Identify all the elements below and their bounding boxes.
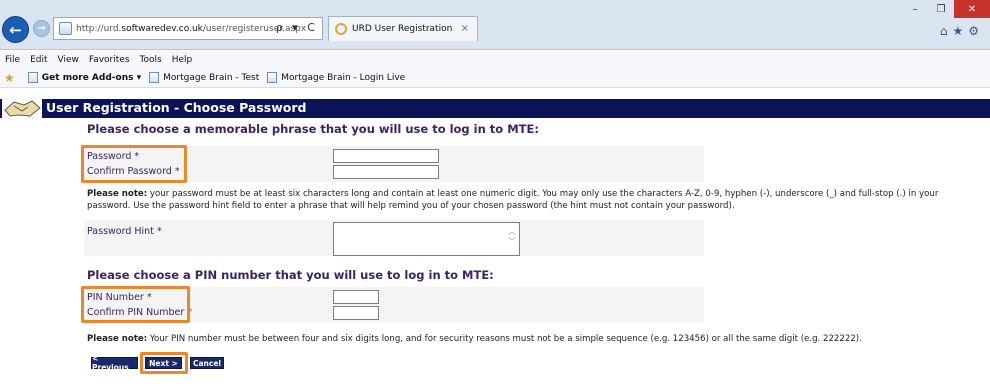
menu-file[interactable]: File — [5, 55, 20, 65]
close-window-button[interactable]: ✕ — [954, 0, 990, 18]
cancel-button[interactable]: Cancel — [190, 357, 224, 369]
password-note: Please note: your password must be at le… — [87, 188, 972, 212]
maximize-button[interactable]: ❐ — [928, 0, 954, 18]
handshake-logo-icon — [2, 96, 42, 120]
browser-titlebar: ← → http://urd. softwaredev.co.uk/user/re… — [0, 0, 990, 50]
confirm-pin-field[interactable] — [333, 306, 379, 320]
password-field[interactable] — [333, 149, 439, 163]
favorites-bar: ★ Get more Add-ons ▾ Mortgage Brain - Te… — [0, 68, 990, 88]
url-host: softwaredev.co.uk — [121, 23, 203, 34]
page-title: User Registration - Choose Password — [46, 100, 307, 115]
password-section-title: Please choose a memorable phrase that yo… — [87, 122, 539, 136]
password-note-strong: Please note: — [87, 189, 148, 199]
password-hint-label: Password Hint * — [87, 226, 162, 237]
favorite-page-icon — [267, 72, 278, 83]
addons-page-icon — [27, 72, 38, 83]
url-prefix: http://urd. — [76, 23, 122, 34]
favorite-link-mortgage-brain-live[interactable]: Mortgage Brain - Login Live — [281, 73, 405, 83]
favorite-link-mortgage-brain-test[interactable]: Mortgage Brain - Test — [163, 73, 259, 83]
next-button-highlight — [140, 352, 188, 374]
confirm-password-field[interactable] — [333, 165, 439, 179]
page-icon — [59, 22, 72, 35]
favorites-star-icon[interactable]: ★ — [4, 71, 15, 85]
menu-edit[interactable]: Edit — [30, 55, 47, 65]
hint-scrollbar-icon[interactable]: ︿ ﹀ — [508, 227, 516, 247]
get-more-addons-link[interactable]: Get more Add-ons ▾ — [42, 73, 141, 83]
pin-note-text: Your PIN number must be between four and… — [147, 334, 862, 344]
tab-urd-user-registration[interactable]: URD User Registration × — [328, 16, 478, 41]
forward-arrow-icon: → — [37, 23, 46, 34]
search-refresh-icons[interactable]: ρ ▾ C — [276, 21, 318, 34]
back-button[interactable]: ← — [2, 16, 29, 43]
password-hint-field[interactable]: ︿ ﹀ — [333, 222, 520, 256]
tab-close-icon[interactable]: × — [461, 23, 469, 34]
page-header: User Registration - Choose Password — [0, 96, 990, 120]
password-labels-highlight — [81, 145, 187, 183]
menu-help[interactable]: Help — [172, 55, 193, 65]
pin-field[interactable] — [333, 290, 379, 304]
address-bar[interactable]: http://urd. softwaredev.co.uk/user/regist… — [53, 17, 323, 40]
pin-labels-highlight — [81, 286, 190, 323]
password-note-text: your password must be at least six chara… — [87, 189, 939, 211]
home-favorites-settings-icons[interactable]: ⌂★⚙ — [940, 24, 984, 38]
pin-note: Please note: Your PIN number must be bet… — [87, 333, 972, 345]
ie-tab-icon — [335, 23, 347, 35]
menu-favorites[interactable]: Favorites — [89, 55, 130, 65]
favorite-page-icon — [149, 72, 160, 83]
previous-button[interactable]: < Previous — [91, 354, 138, 372]
pin-section-title: Please choose a PIN number that you will… — [87, 268, 494, 282]
menu-view[interactable]: View — [58, 55, 79, 65]
back-arrow-icon: ← — [9, 20, 22, 39]
pin-note-strong: Please note: — [87, 334, 148, 344]
window-controls: – ❐ ✕ — [902, 0, 990, 18]
tab-title: URD User Registration — [352, 24, 453, 34]
minimize-button[interactable]: – — [902, 0, 928, 18]
menu-bar: File Edit View Favorites Tools Help — [0, 51, 990, 68]
forward-button[interactable]: → — [33, 20, 50, 37]
menu-tools[interactable]: Tools — [140, 55, 162, 65]
